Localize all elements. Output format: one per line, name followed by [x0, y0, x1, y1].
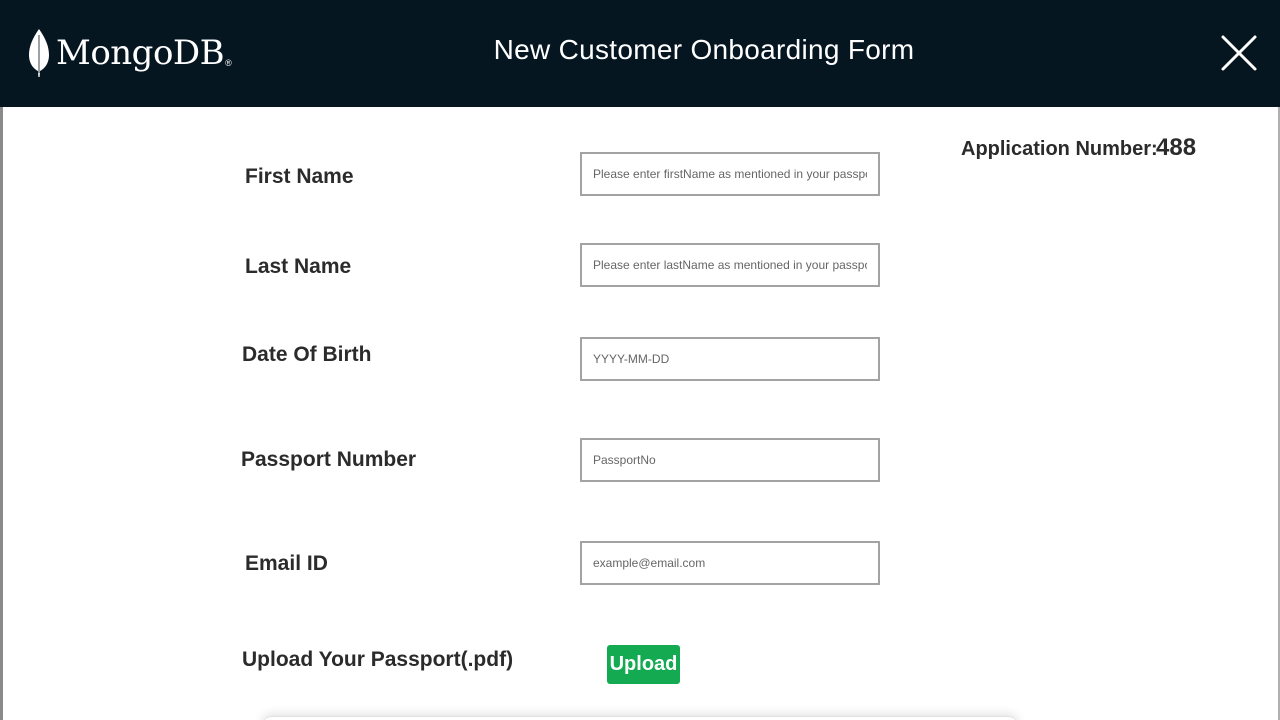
close-icon	[1221, 35, 1257, 71]
email-id-input[interactable]	[580, 541, 880, 585]
email-id-label: Email ID	[245, 552, 328, 575]
passport-number-label: Passport Number	[241, 448, 417, 471]
last-name-label: Last Name	[245, 255, 352, 278]
date-of-birth-input[interactable]	[580, 337, 880, 381]
logo-wordmark: MongoDB	[56, 33, 225, 73]
application-number-value: 488	[1156, 134, 1197, 161]
upload-passport-label: Upload Your Passport(.pdf)	[242, 648, 514, 671]
logo-registered-mark: ®	[225, 58, 232, 68]
first-name-input[interactable]	[580, 152, 880, 196]
leaf-icon	[29, 29, 49, 77]
bottom-panel-edge	[262, 716, 1018, 720]
first-name-label: First Name	[245, 165, 354, 188]
close-button[interactable]	[1220, 34, 1258, 72]
window-left-border	[0, 107, 3, 720]
app-header: MongoDB ® New Customer Onboarding Form	[0, 0, 1280, 107]
mongodb-logo: MongoDB ®	[28, 28, 232, 78]
last-name-input[interactable]	[580, 243, 880, 287]
onboarding-window: MongoDB ® New Customer Onboarding Form A…	[0, 0, 1280, 720]
upload-button[interactable]: Upload	[607, 645, 680, 684]
passport-number-input[interactable]	[580, 438, 880, 482]
application-number-label: Application Number:	[961, 138, 1158, 160]
date-of-birth-label: Date Of Birth	[242, 343, 372, 366]
